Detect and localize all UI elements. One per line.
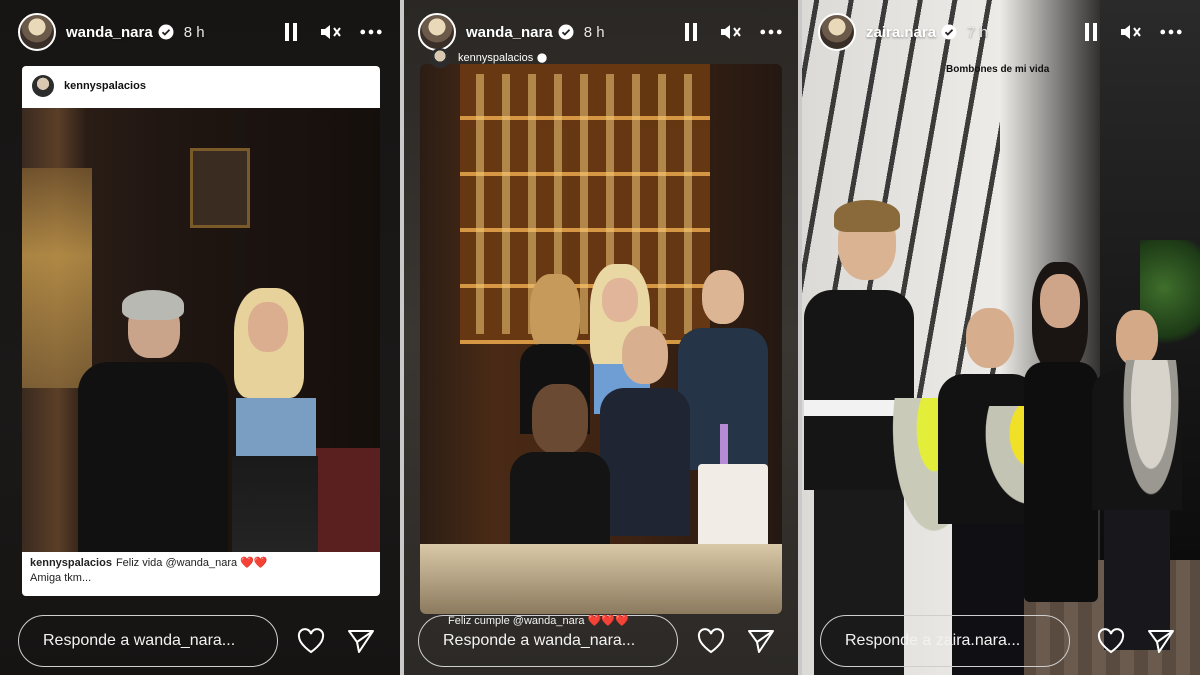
mute-icon[interactable] bbox=[720, 21, 742, 43]
more-icon[interactable] bbox=[1160, 21, 1182, 43]
story-1[interactable]: wanda_nara 8 h kennyspalacios kennyspala… bbox=[0, 0, 400, 675]
reshared-post-header: kennyspalacios bbox=[22, 66, 380, 106]
heart-icon[interactable] bbox=[296, 627, 326, 655]
wall-frame bbox=[190, 148, 250, 228]
timestamp: 8 h bbox=[583, 23, 605, 41]
reply-placeholder: Responde a wanda_nara... bbox=[43, 632, 236, 649]
flower-bouquet-3 bbox=[1116, 360, 1186, 520]
reply-input[interactable]: Responde a zaira.nara... bbox=[820, 615, 1070, 667]
stories-strip: wanda_nara 8 h kennyspalacios kennyspala… bbox=[0, 0, 1200, 675]
more-icon[interactable] bbox=[360, 21, 382, 43]
tag-username: kennyspalacios bbox=[458, 52, 534, 64]
caption-text: Feliz vida @wanda_nara ❤️❤️ bbox=[115, 557, 268, 569]
pause-icon[interactable] bbox=[280, 21, 302, 43]
send-icon[interactable] bbox=[746, 627, 776, 655]
more-icon[interactable] bbox=[760, 21, 782, 43]
reply-placeholder: Responde a zaira.nara... bbox=[845, 632, 1021, 649]
heart-icon[interactable] bbox=[1096, 627, 1126, 655]
divider-1 bbox=[400, 0, 404, 675]
verified-icon bbox=[158, 24, 174, 40]
overlay-text: Bombones de mi vida bbox=[946, 64, 1050, 75]
tag-avatar bbox=[430, 48, 450, 68]
mute-icon[interactable] bbox=[1120, 21, 1142, 43]
reply-placeholder: Responde a wanda_nara... bbox=[443, 632, 636, 649]
timestamp: 8 h bbox=[183, 23, 205, 41]
mute-icon[interactable] bbox=[320, 21, 342, 43]
caption-line2: Amiga tkm... bbox=[30, 572, 92, 584]
overlay-text: Feliz cumple @wanda_nara ❤️❤️❤️ bbox=[448, 615, 629, 627]
story-header: wanda_nara 8 h bbox=[18, 12, 382, 52]
avatar[interactable] bbox=[818, 13, 856, 51]
verified-icon bbox=[941, 24, 957, 40]
pause-icon[interactable] bbox=[680, 21, 702, 43]
pause-icon[interactable] bbox=[1080, 21, 1102, 43]
username[interactable]: zaira.nara bbox=[866, 24, 936, 41]
send-icon[interactable] bbox=[346, 627, 376, 655]
avatar[interactable] bbox=[418, 13, 456, 51]
caption-username: kennyspalacios bbox=[30, 557, 112, 569]
story-3[interactable]: zaira.nara 7 h Bombones de mi vida Respo… bbox=[800, 0, 1200, 675]
person-boy-center bbox=[600, 326, 690, 536]
timestamp: 7 h bbox=[967, 23, 988, 41]
person-woman bbox=[218, 288, 328, 596]
verified-icon bbox=[537, 53, 547, 63]
username[interactable]: wanda_nara bbox=[66, 24, 153, 41]
candle bbox=[720, 424, 728, 464]
story-header: zaira.nara 7 h bbox=[818, 12, 1182, 52]
mention-tag[interactable]: kennyspalacios bbox=[430, 48, 547, 68]
counter bbox=[420, 544, 782, 614]
avatar[interactable] bbox=[18, 13, 56, 51]
reshared-photo bbox=[22, 108, 380, 596]
reshared-avatar bbox=[32, 75, 54, 97]
send-icon[interactable] bbox=[1146, 627, 1176, 655]
verified-icon bbox=[558, 24, 574, 40]
bar-scene bbox=[420, 64, 782, 614]
heart-icon[interactable] bbox=[696, 627, 726, 655]
username[interactable]: wanda_nara bbox=[466, 24, 553, 41]
story-2[interactable]: wanda_nara 8 h kennyspalacios Feliz cump… bbox=[400, 0, 800, 675]
reply-input[interactable]: Responde a wanda_nara... bbox=[18, 615, 278, 667]
story-header: wanda_nara 8 h bbox=[418, 12, 782, 52]
person-girl-front bbox=[510, 384, 610, 564]
reshared-post-card[interactable]: kennyspalacios kennyspalacios Feliz vida… bbox=[22, 66, 380, 596]
divider-2 bbox=[798, 0, 802, 675]
reshared-caption: kennyspalacios Feliz vida @wanda_nara ❤️❤… bbox=[22, 552, 380, 596]
reshared-username: kennyspalacios bbox=[64, 80, 146, 92]
